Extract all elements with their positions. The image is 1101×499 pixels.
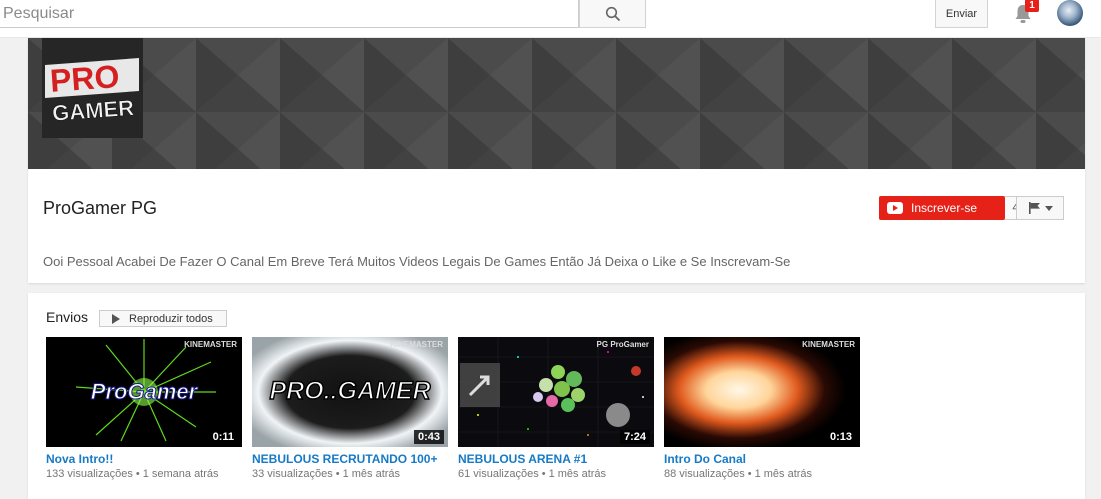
video-duration: 7:24 bbox=[619, 430, 650, 444]
video-views: 61 visualizações bbox=[458, 468, 539, 480]
thumbnail-text: ProGamer bbox=[91, 379, 199, 404]
meta-separator: • bbox=[747, 468, 752, 480]
video-title-link[interactable]: Nova Intro!! bbox=[46, 452, 242, 466]
logo-text-pro: PRO bbox=[49, 58, 121, 99]
search-icon bbox=[605, 6, 620, 21]
channel-logo[interactable]: PRO GAMER bbox=[42, 38, 143, 138]
thumbnail-watermark: PG ProGamer bbox=[596, 340, 649, 349]
video-thumbnail[interactable]: KINEMASTER 0:13 bbox=[664, 337, 860, 447]
subscribe-label: Inscrever-se bbox=[911, 201, 978, 215]
chevron-down-icon bbox=[1044, 205, 1053, 211]
video-duration: 0:11 bbox=[208, 430, 238, 444]
video-item[interactable]: ProGamer KINEMASTER 0:11 Nova Intro!! 13… bbox=[46, 337, 242, 480]
uploads-section: Envios Reproduzir todos ProGamer KINEMAS… bbox=[28, 293, 1085, 499]
video-views: 88 visualizações bbox=[664, 468, 745, 480]
notification-badge: 1 bbox=[1025, 0, 1039, 12]
video-views: 133 visualizações bbox=[46, 468, 133, 480]
channel-header-card: PRO GAMER ProGamer PG Inscrever-se 42 Oo… bbox=[28, 38, 1085, 283]
video-title-link[interactable]: NEBULOUS RECRUTANDO 100+ bbox=[252, 452, 448, 466]
channel-description: Ooi Pessoal Acabei De Fazer O Canal Em B… bbox=[43, 254, 791, 269]
video-meta: 133 visualizações • 1 semana atrás bbox=[46, 468, 242, 480]
thumbnail-text: PRO..GAMER bbox=[269, 377, 430, 405]
flag-menu-button[interactable] bbox=[1016, 196, 1064, 220]
video-age: 1 mês atrás bbox=[342, 468, 401, 480]
video-duration: 0:43 bbox=[413, 430, 444, 444]
video-meta: 88 visualizações • 1 mês atrás bbox=[664, 468, 860, 480]
meta-separator: • bbox=[135, 468, 140, 480]
thumbnail-watermark: KINEMASTER bbox=[802, 340, 855, 349]
video-meta: 61 visualizações • 1 mês atrás bbox=[458, 468, 654, 480]
play-all-label: Reproduzir todos bbox=[129, 312, 213, 325]
top-bar: Enviar 1 bbox=[0, 0, 1101, 38]
youtube-play-icon bbox=[887, 202, 903, 214]
video-title-link[interactable]: Intro Do Canal bbox=[664, 452, 860, 466]
play-icon bbox=[112, 313, 120, 324]
meta-separator: • bbox=[541, 468, 546, 480]
video-item[interactable]: PRO..GAMER KINEMASTER 0:43 NEBULOUS RECR… bbox=[252, 337, 448, 480]
uploads-title: Envios bbox=[46, 309, 89, 325]
thumbnail-watermark: KINEMASTER bbox=[184, 340, 237, 349]
video-title-link[interactable]: NEBULOUS ARENA #1 bbox=[458, 452, 654, 466]
video-thumbnail[interactable]: PG ProGamer 7:24 bbox=[458, 337, 654, 447]
upload-button[interactable]: Enviar bbox=[935, 0, 988, 28]
video-meta: 33 visualizações • 1 mês atrás bbox=[252, 468, 448, 480]
video-item[interactable]: PG ProGamer 7:24 NEBULOUS ARENA #1 61 vi… bbox=[458, 337, 654, 480]
avatar[interactable] bbox=[1057, 0, 1083, 26]
search-button[interactable] bbox=[579, 0, 646, 28]
video-age: 1 mês atrás bbox=[548, 468, 607, 480]
video-duration: 0:13 bbox=[825, 430, 856, 444]
flag-icon bbox=[1028, 202, 1040, 214]
meta-separator: • bbox=[335, 468, 340, 480]
video-views: 33 visualizações bbox=[252, 468, 333, 480]
channel-banner: PRO GAMER bbox=[28, 38, 1085, 169]
video-age: 1 mês atrás bbox=[754, 468, 813, 480]
video-thumbnail[interactable]: PRO..GAMER KINEMASTER 0:43 bbox=[252, 337, 448, 447]
video-age: 1 semana atrás bbox=[142, 468, 219, 480]
play-all-button[interactable]: Reproduzir todos bbox=[99, 310, 227, 327]
subscribe-button[interactable]: Inscrever-se bbox=[879, 196, 1005, 220]
video-thumbnail[interactable]: ProGamer KINEMASTER 0:11 bbox=[46, 337, 242, 447]
video-item[interactable]: KINEMASTER 0:13 Intro Do Canal 88 visual… bbox=[664, 337, 860, 480]
thumbnail-watermark: KINEMASTER bbox=[390, 340, 443, 349]
search-input[interactable] bbox=[0, 0, 579, 28]
channel-title: ProGamer PG bbox=[43, 198, 158, 218]
